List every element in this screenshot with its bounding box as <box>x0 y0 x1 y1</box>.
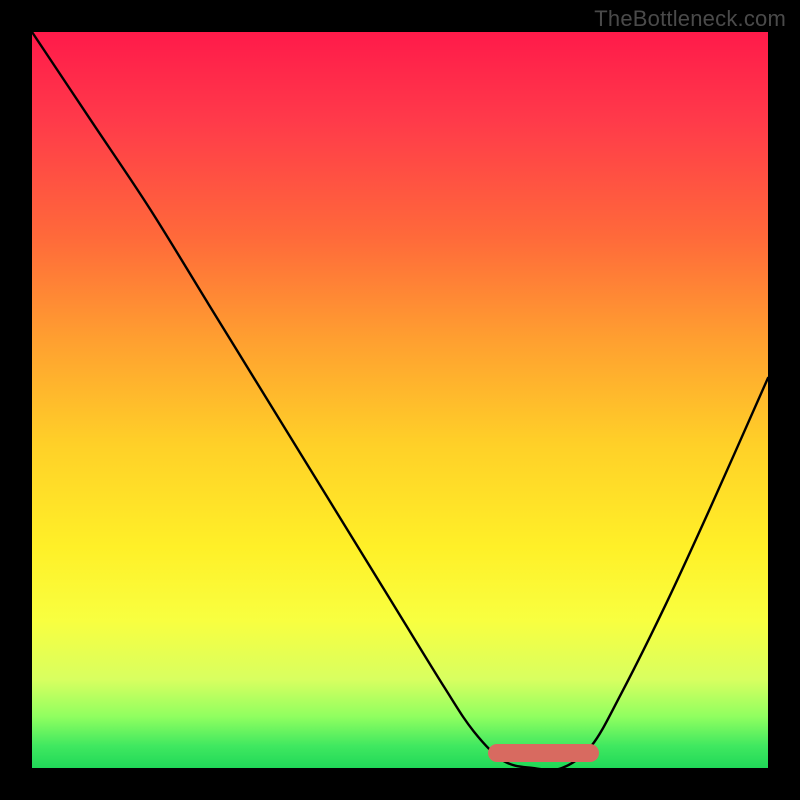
bottleneck-curve <box>32 32 768 768</box>
watermark-text: TheBottleneck.com <box>594 6 786 32</box>
optimal-range-marker <box>488 744 598 762</box>
chart-plot-area <box>32 32 768 768</box>
